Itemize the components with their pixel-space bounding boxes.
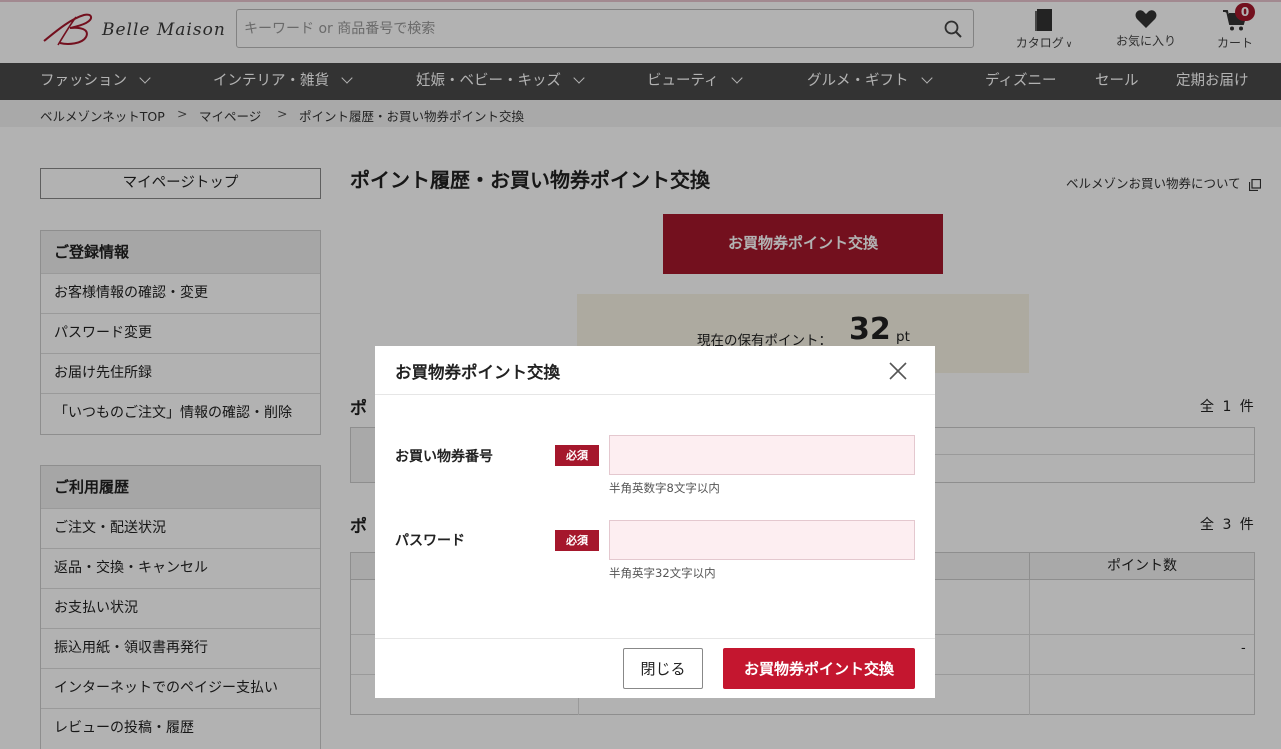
- modal-footer-divider: [375, 638, 935, 639]
- password-label: パスワード: [395, 533, 465, 549]
- close-button[interactable]: 閉じる: [623, 648, 703, 689]
- modal-title: お買物券ポイント交換: [395, 363, 560, 382]
- modal-divider: [375, 394, 935, 395]
- password-hint: 半角英字32文字以内: [609, 566, 716, 580]
- close-icon[interactable]: [885, 358, 911, 384]
- exchange-modal: お買物券ポイント交換 お買い物券番号 必須 半角英数字8文字以内 パスワード 必…: [375, 346, 935, 698]
- certificate-number-label: お買い物券番号: [395, 449, 493, 465]
- submit-exchange-button[interactable]: お買物券ポイント交換: [723, 648, 915, 689]
- required-badge: 必須: [555, 445, 599, 466]
- required-badge: 必須: [555, 530, 599, 551]
- password-input[interactable]: [609, 520, 915, 560]
- certificate-number-input[interactable]: [609, 435, 915, 475]
- certificate-number-hint: 半角英数字8文字以内: [609, 481, 720, 495]
